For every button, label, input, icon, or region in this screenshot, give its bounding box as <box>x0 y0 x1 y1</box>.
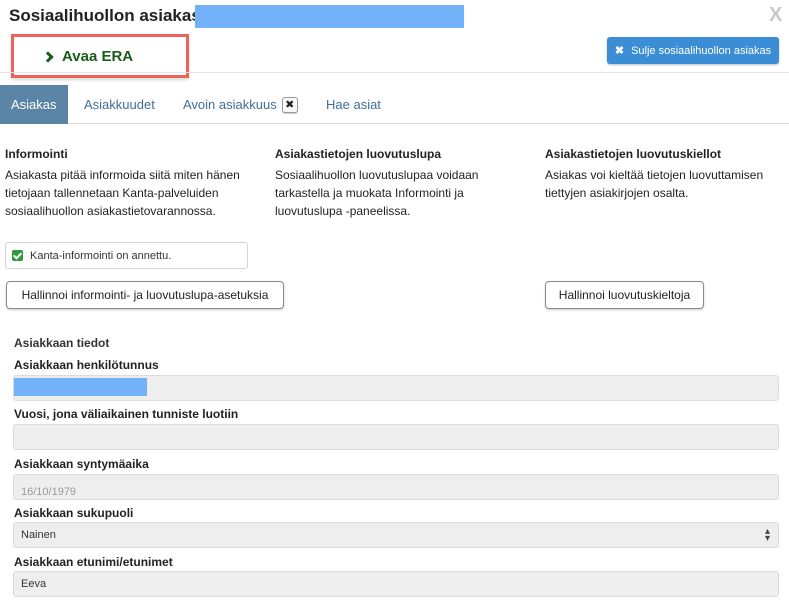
tab-avoin-asiakkuus[interactable]: Avoin asiakkuus ✖ <box>183 85 298 124</box>
close-icon: ✖ <box>614 45 625 57</box>
birthdate-field[interactable]: 16/10/1979 <box>13 474 779 500</box>
luovutuslupa-title: Asiakastietojen luovutuslupa <box>275 147 442 161</box>
manage-informing-button[interactable]: Hallinnoi informointi- ja luovutuslupa-a… <box>6 281 284 309</box>
firstname-field[interactable]: Eeva <box>13 571 779 597</box>
close-client-button[interactable]: ✖ Sulje sosiaalihuollon asiakas <box>607 37 779 64</box>
tab-label: Asiakas <box>11 97 57 112</box>
tab-asiakas[interactable]: Asiakas <box>0 85 68 124</box>
tab-label: Avoin asiakkuus <box>183 97 277 112</box>
gender-label: Asiakkaan sukupuoli <box>14 506 134 520</box>
tab-label: Asiakkuudet <box>84 97 155 112</box>
temp-id-year-field[interactable] <box>13 424 779 450</box>
manage-prohibitions-button[interactable]: Hallinnoi luovutuskieltoja <box>545 281 704 309</box>
gender-value: Nainen <box>21 529 56 541</box>
checkmark-icon <box>12 250 23 261</box>
tab-label: Hae asiat <box>326 97 381 112</box>
birthdate-label: Asiakkaan syntymäaika <box>14 457 149 471</box>
kanta-informointi-checkbox[interactable]: Kanta-informointi on annettu. <box>5 242 248 269</box>
close-client-label: Sulje sosiaalihuollon asiakas <box>631 44 772 57</box>
redacted-client-name <box>195 5 464 28</box>
birthdate-value: 16/10/1979 <box>21 486 77 498</box>
close-window-icon[interactable]: X <box>769 4 782 27</box>
open-era-link[interactable]: Avaa ERA <box>42 48 134 65</box>
temp-id-year-label: Vuosi, jona väliaikainen tunniste luotii… <box>14 407 239 421</box>
luovutuslupa-text: Sosiaalihuollon luovutuslupaa voidaan ta… <box>275 168 479 218</box>
tab-bar: Asiakas Asiakkuudet Avoin asiakkuus ✖ Ha… <box>0 85 789 124</box>
chevron-right-icon <box>42 50 54 63</box>
redacted-ssn <box>14 378 147 396</box>
firstname-label: Asiakkaan etunimi/etunimet <box>14 555 173 569</box>
luovutuskiellot-title: Asiakastietojen luovutuskiellot <box>545 147 722 161</box>
kanta-informointi-label: Kanta-informointi on annettu. <box>30 249 172 262</box>
informointi-text: Asiakasta pitää informoida siitä miten h… <box>5 168 240 218</box>
open-era-label: Avaa ERA <box>62 48 134 65</box>
tab-close-icon[interactable]: ✖ <box>281 96 298 113</box>
tab-hae-asiat[interactable]: Hae asiat <box>326 85 381 124</box>
firstname-value: Eeva <box>21 578 47 590</box>
tab-asiakkuudet[interactable]: Asiakkuudet <box>84 85 155 124</box>
luovutuskiellot-text: Asiakas voi kieltää tietojen luovuttamis… <box>545 168 764 200</box>
client-info-title: Asiakkaan tiedot <box>14 336 110 350</box>
gender-select[interactable]: Nainen ▴ ▾ <box>13 522 779 548</box>
page-title: Sosiaalihuollon asiakas : <box>9 6 212 25</box>
ssn-label: Asiakkaan henkilötunnus <box>14 358 159 372</box>
manage-informing-label: Hallinnoi informointi- ja luovutuslupa-a… <box>21 288 269 302</box>
divider <box>0 72 789 73</box>
select-arrows-icon: ▴ ▾ <box>764 526 770 544</box>
manage-prohibitions-label: Hallinnoi luovutuskieltoja <box>558 288 691 302</box>
informointi-title: Informointi <box>5 147 68 161</box>
